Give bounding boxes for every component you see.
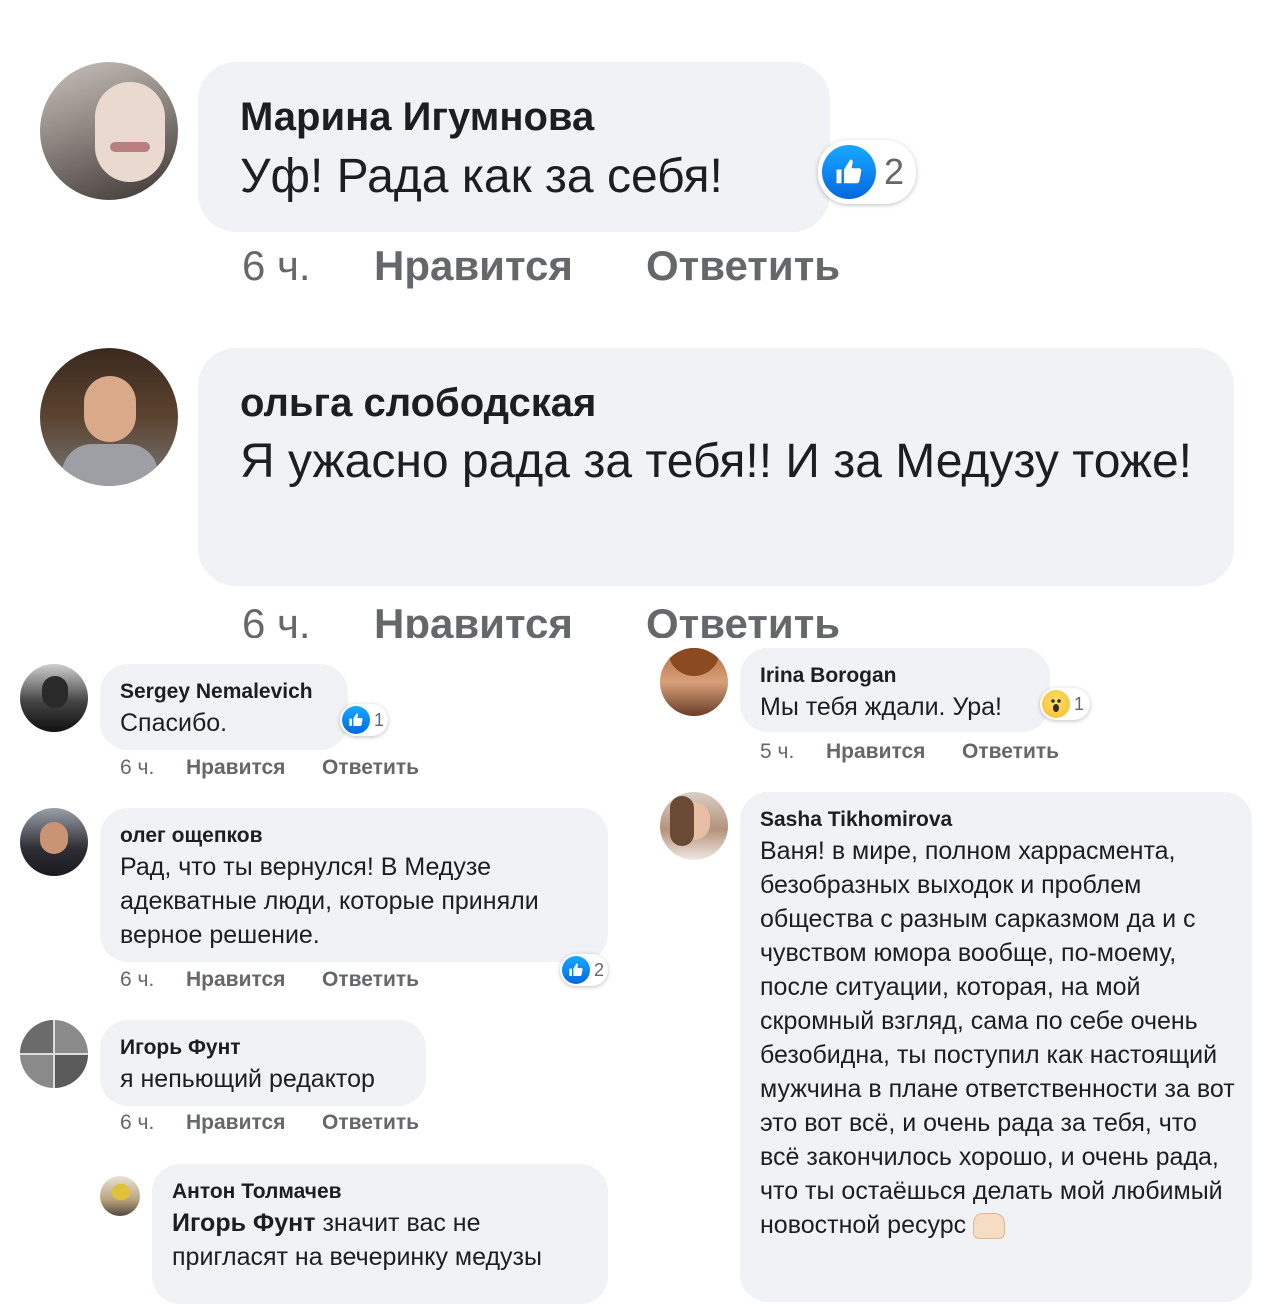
avatar[interactable]: [20, 1020, 88, 1088]
like-button[interactable]: Нравится: [186, 756, 322, 780]
reaction-count: 2: [884, 151, 905, 192]
comment-author[interactable]: Sergey Nemalevich: [120, 678, 328, 706]
comment-actions: 6 ч. Нравится Ответить: [120, 756, 419, 780]
comment-time[interactable]: 6 ч.: [120, 968, 186, 992]
comment-actions: 6 ч. Нравится Ответить: [242, 242, 840, 290]
like-icon: [342, 706, 370, 734]
screenshot-divider: [0, 640, 1280, 642]
like-button[interactable]: Нравится: [374, 598, 646, 638]
comment-text: я непьющий редактор: [120, 1065, 375, 1093]
comment-author[interactable]: Игорь Фунт: [120, 1034, 406, 1062]
comment-bubble: ольга слободская Я ужасно рада за тебя!!…: [198, 348, 1234, 586]
like-icon: [822, 145, 876, 199]
comment-author[interactable]: Irina Borogan: [760, 662, 1030, 690]
comment-bubble: Игорь Фунт я непьющий редактор: [100, 1020, 426, 1106]
comment-time[interactable]: 5 ч.: [760, 740, 826, 764]
reaction-count: 2: [594, 959, 605, 980]
comment-text: Игорь Фунт значит вас не пригласят на ве…: [172, 1206, 592, 1274]
comment-actions: 6 ч. Нравится Ответить: [242, 598, 840, 638]
comment-bubble: олег ощепков Рад, что ты вернулся! В Мед…: [100, 808, 608, 962]
comment-time[interactable]: 6 ч.: [120, 1111, 186, 1135]
raised-hands-icon: [973, 1213, 1006, 1240]
reply-button[interactable]: Ответить: [646, 242, 840, 290]
comment-time[interactable]: 6 ч.: [242, 598, 374, 638]
like-button[interactable]: Нравится: [186, 968, 322, 992]
reply-button[interactable]: Ответить: [646, 598, 840, 638]
reply-button[interactable]: Ответить: [322, 968, 419, 992]
reaction-badge[interactable]: 1: [1040, 688, 1090, 720]
comment-author[interactable]: олег ощепков: [120, 822, 588, 850]
comment-bubble: Марина Игумнова Уф! Рада как за себя!: [198, 62, 830, 232]
comment-bubble: Sasha Tikhomirova Ваня! в мире, полном х…: [740, 792, 1252, 1302]
comment-time[interactable]: 6 ч.: [242, 242, 374, 290]
reaction-badge[interactable]: 2: [560, 954, 608, 986]
avatar[interactable]: [660, 648, 728, 716]
reaction-badge[interactable]: 1: [340, 704, 388, 736]
comment-author[interactable]: Sasha Tikhomirova: [760, 806, 1232, 834]
comment-text: Уф! Рада как за себя!: [240, 150, 723, 203]
comment-text: Мы тебя ждали. Ура!: [760, 693, 1002, 721]
comment-actions: 6 ч. Нравится Ответить: [120, 968, 419, 992]
comment-author[interactable]: Антон Толмачев: [172, 1178, 588, 1206]
avatar[interactable]: [100, 1176, 140, 1216]
avatar[interactable]: [20, 664, 88, 732]
reply-button[interactable]: Ответить: [322, 1111, 419, 1135]
comment-bubble: Sergey Nemalevich Спасибо.: [100, 664, 348, 750]
comment-bubble: Irina Borogan Мы тебя ждали. Ура!: [740, 648, 1050, 732]
comment-author[interactable]: ольга слободская: [240, 378, 1192, 428]
like-button[interactable]: Нравится: [374, 242, 646, 290]
avatar[interactable]: [40, 348, 178, 486]
reply-bubble: Антон Толмачев Игорь Фунт значит вас не …: [152, 1164, 608, 1304]
like-button[interactable]: Нравится: [186, 1111, 322, 1135]
reply-button[interactable]: Ответить: [322, 756, 419, 780]
comment-actions: 6 ч. Нравится Ответить: [120, 1111, 419, 1135]
comment-text: Я ужасно рада за тебя!! И за Медузу тоже…: [240, 435, 1192, 488]
comment-time[interactable]: 6 ч.: [120, 756, 186, 780]
avatar[interactable]: [40, 62, 178, 200]
comment-text: Спасибо.: [120, 709, 228, 737]
comment-text: Ваня! в мире, полном харрасмента, безобр…: [760, 834, 1236, 1242]
mention-link[interactable]: Игорь Фунт: [172, 1209, 316, 1237]
reply-button[interactable]: Ответить: [962, 740, 1059, 764]
wow-icon: [1042, 690, 1070, 718]
comment-actions: 5 ч. Нравится Ответить: [760, 740, 1059, 764]
avatar[interactable]: [660, 792, 728, 860]
like-button[interactable]: Нравится: [826, 740, 962, 764]
reaction-count: 1: [374, 709, 385, 730]
avatar[interactable]: [20, 808, 88, 876]
like-icon: [562, 956, 590, 984]
comment-text: Рад, что ты вернулся! В Медузе адекватны…: [120, 853, 539, 949]
reaction-count: 1: [1074, 693, 1085, 714]
comment-body: Ваня! в мире, полном харрасмента, безобр…: [760, 837, 1235, 1239]
comment-author[interactable]: Марина Игумнова: [240, 92, 788, 142]
reaction-badge[interactable]: 2: [818, 140, 916, 204]
